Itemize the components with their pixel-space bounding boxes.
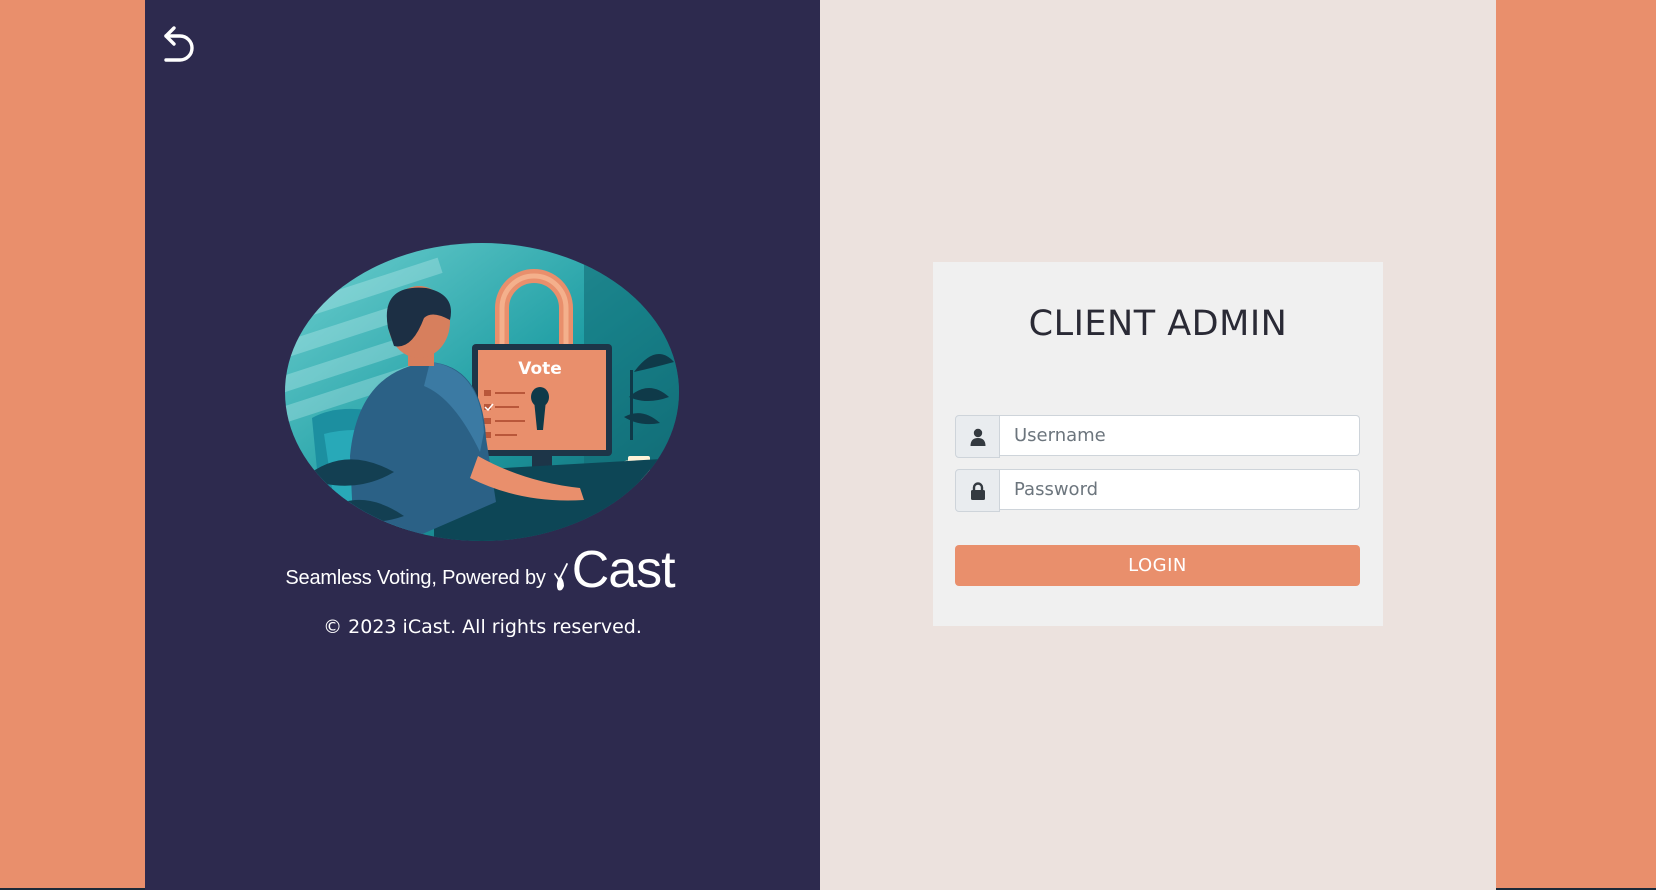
login-title: CLIENT ADMIN: [1028, 304, 1288, 344]
username-addon: [955, 415, 1000, 458]
tagline-text: Seamless Voting, Powered by: [285, 567, 546, 589]
voting-illustration: Vote: [285, 243, 679, 541]
icast-logo-mark-icon: [553, 563, 568, 591]
password-input[interactable]: [1000, 469, 1360, 510]
back-arrow-icon: [164, 26, 194, 62]
user-icon: [970, 428, 985, 446]
copyright-text: © 2023 iCast. All rights reserved.: [323, 616, 642, 638]
brand-name: Cast: [571, 541, 676, 599]
back-button[interactable]: [160, 24, 200, 68]
login-card: CLIENT ADMIN LOGIN: [933, 262, 1383, 626]
username-field-group: [955, 415, 1360, 458]
brand-tagline: Seamless Voting, Powered by Cast: [270, 536, 690, 596]
password-field-group: [955, 469, 1360, 512]
login-button[interactable]: LOGIN: [955, 545, 1360, 586]
lock-icon: [970, 481, 985, 500]
password-addon: [955, 469, 1000, 512]
vote-label: Vote: [518, 359, 562, 379]
username-input[interactable]: [1000, 415, 1360, 456]
